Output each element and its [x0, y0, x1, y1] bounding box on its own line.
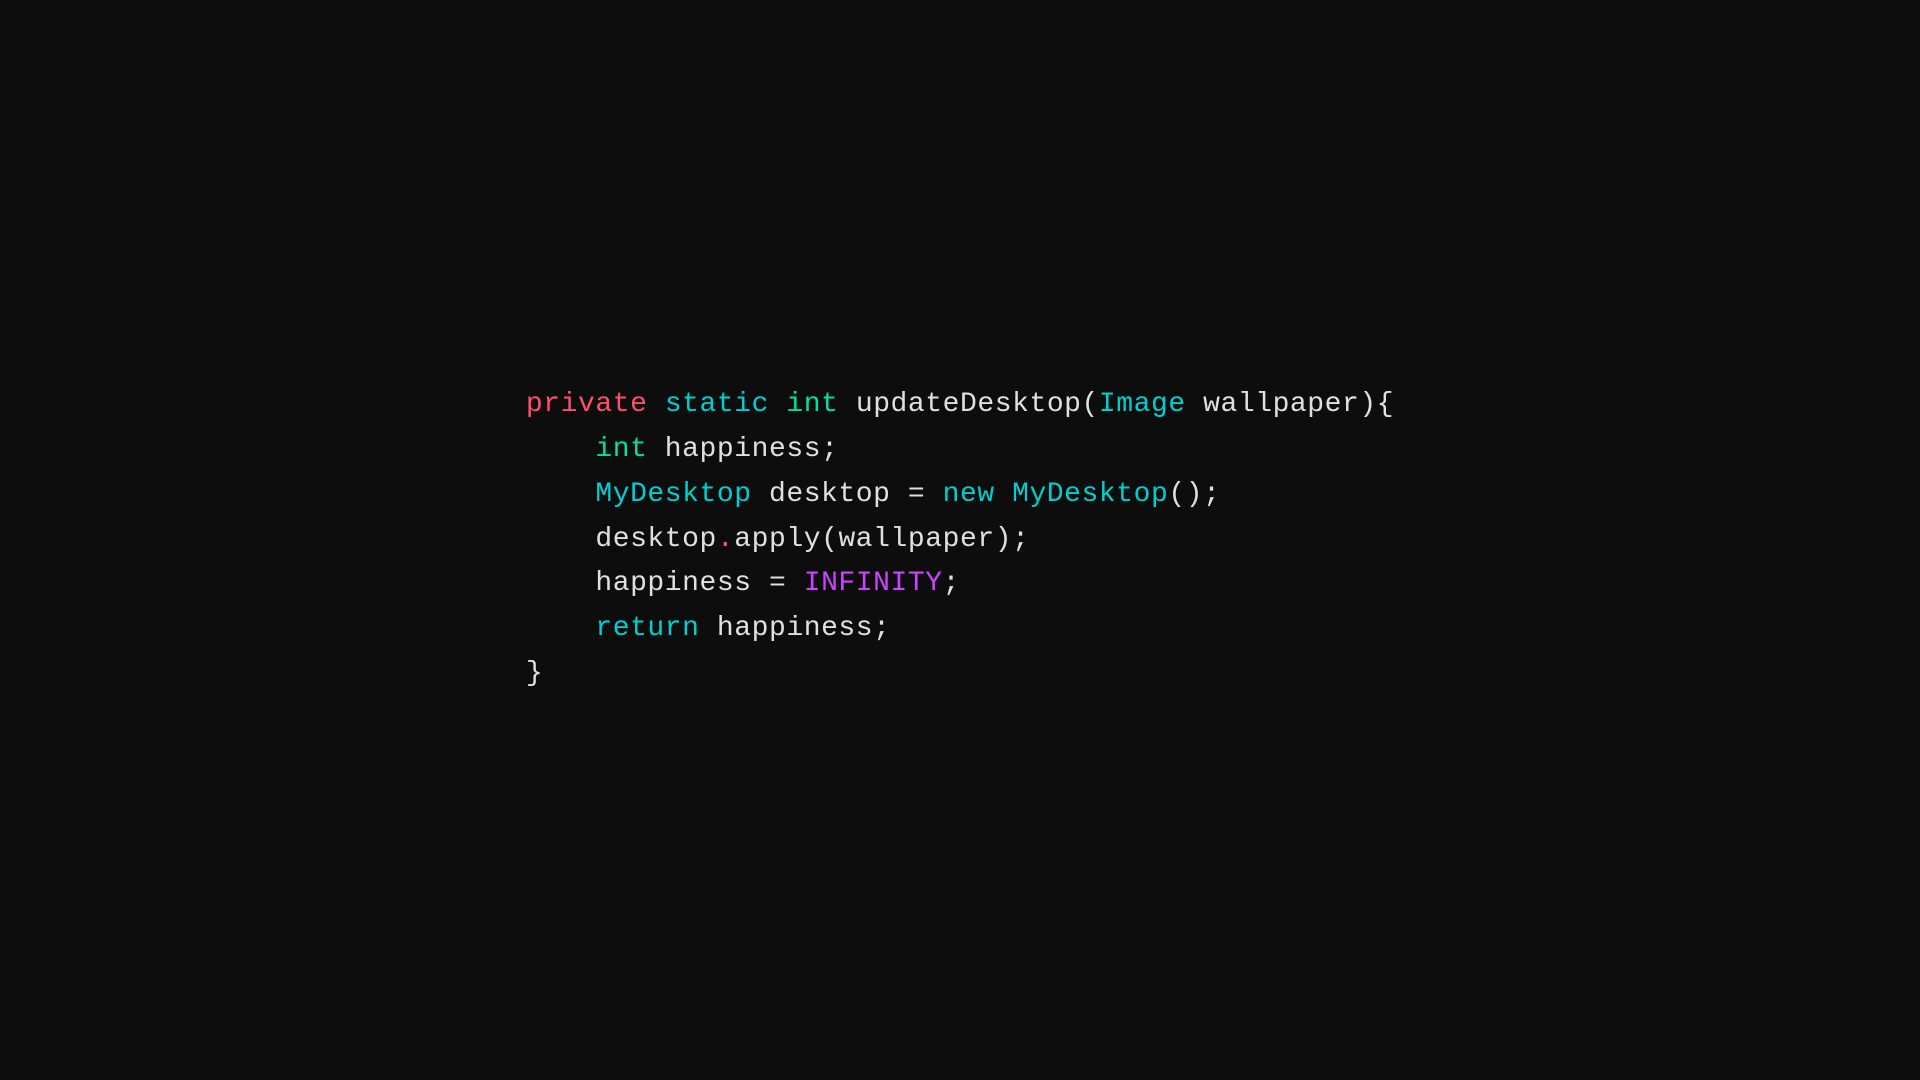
code-token: int [786, 389, 838, 420]
code-token [769, 389, 786, 420]
code-token: apply(wallpaper); [734, 524, 1029, 555]
code-token: wallpaper){ [1186, 389, 1394, 420]
code-token: } [526, 658, 543, 689]
code-line-line1: private static int updateDesktop(Image w… [526, 383, 1394, 428]
code-token: Image [1099, 389, 1186, 420]
code-token: happiness; [700, 613, 891, 644]
code-token: (); [1168, 479, 1220, 510]
code-token [526, 613, 595, 644]
code-token [526, 434, 595, 465]
code-token: updateDesktop( [838, 389, 1098, 420]
code-token: private [526, 389, 648, 420]
code-token: happiness = [526, 568, 804, 599]
code-line-line7: } [526, 652, 1394, 697]
code-line-line3: MyDesktop desktop = new MyDesktop(); [526, 473, 1394, 518]
code-token: MyDesktop [595, 479, 751, 510]
code-token: INFINITY [804, 568, 943, 599]
code-token: MyDesktop [1012, 479, 1168, 510]
code-display: private static int updateDesktop(Image w… [526, 383, 1394, 697]
code-token: ; [943, 568, 960, 599]
code-token: desktop = [752, 479, 943, 510]
code-token: . [717, 524, 734, 555]
code-line-line4: desktop.apply(wallpaper); [526, 518, 1394, 563]
code-token: happiness; [647, 434, 838, 465]
code-token: desktop [526, 524, 717, 555]
code-line-line5: happiness = INFINITY; [526, 562, 1394, 607]
code-token: static [665, 389, 769, 420]
code-line-line2: int happiness; [526, 428, 1394, 473]
code-token [526, 479, 595, 510]
code-token: new [943, 479, 995, 510]
code-token: int [595, 434, 647, 465]
code-token [995, 479, 1012, 510]
code-token [647, 389, 664, 420]
code-token: return [595, 613, 699, 644]
code-line-line6: return happiness; [526, 607, 1394, 652]
